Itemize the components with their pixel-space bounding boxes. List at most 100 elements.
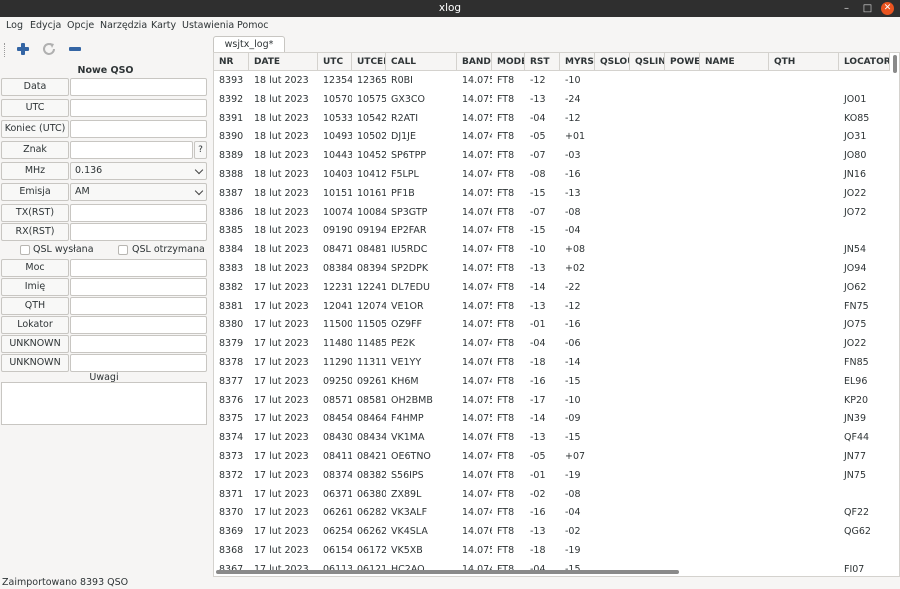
column-header-locator[interactable]: LOCATOR [839,53,890,71]
cell-utcend: 084345 [357,432,386,444]
cell-qslout [595,541,630,560]
table-row[interactable]: 8369 17 lut 2023 062545 062629 VK4SLA 14.076 F… [214,522,890,541]
table-row[interactable]: 8391 18 lut 2023 105330 105429 R2ATI 14.075 FT… [214,109,890,128]
utc-field[interactable] [70,99,207,117]
close-icon[interactable]: ✕ [881,2,894,15]
mode-select[interactable]: AM [70,183,207,201]
add-icon[interactable] [15,41,31,57]
table-row[interactable]: 8389 18 lut 2023 104430 104529 SP6TPP 14.075 F… [214,146,890,165]
table-row[interactable]: 8375 17 lut 2023 084545 084645 F4HMP 14.075 FT… [214,409,890,428]
horizontal-scrollbar[interactable] [214,568,890,576]
column-header-qslout[interactable]: QSLOUT [595,53,630,71]
column-header-rst[interactable]: RST [525,53,560,71]
table-row[interactable]: 8381 17 lut 2023 120415 120745 VE1OR 14.075 FT… [214,297,890,316]
cell-locator: JO31 [844,131,867,143]
menu-log[interactable]: Log [6,20,23,31]
vertical-scroll-thumb[interactable] [893,55,897,73]
cell-locator [839,71,890,90]
table-row[interactable]: 8374 17 lut 2023 084300 084345 VK1MA 14.076 FT… [214,428,890,447]
menu-pomoc[interactable]: Pomoc [237,20,269,31]
table-row[interactable]: 8368 17 lut 2023 061545 061729 VK5XB 14.075 FT… [214,541,890,560]
name-field[interactable] [70,278,207,296]
column-header-mode[interactable]: MODE [492,53,525,71]
column-header-power[interactable]: POWER [665,53,700,71]
table-row[interactable]: 8393 18 lut 2023 123545 123659 R0BI 14.075 FT8… [214,71,890,90]
table-row[interactable]: 8370 17 lut 2023 062615 062829 VK3ALF 14.074 F… [214,503,890,522]
table-row[interactable]: 8373 17 lut 2023 084115 084215 OE6TNO 14.074 F… [214,447,890,466]
unknown-field-1[interactable] [70,335,207,353]
column-header-utcend[interactable]: UTCEND [352,53,386,71]
locator-field[interactable] [70,316,207,334]
column-header-myrst[interactable]: MYRST [560,53,595,71]
table-row[interactable]: 8382 17 lut 2023 122315 122415 DL7EDU 14.074 F… [214,278,890,297]
notes-textarea[interactable] [1,382,207,425]
power-field[interactable] [70,259,207,277]
cell-locator: KP20 [844,394,869,406]
table-row[interactable]: 8386 18 lut 2023 100745 100845 SP3GTP 14.076 F… [214,203,890,222]
rx-rst-field[interactable] [70,223,207,241]
table-row[interactable]: 8392 18 lut 2023 105700 105759 GX3CO 14.075 FT… [214,90,890,109]
lookup-button[interactable]: ? [194,141,207,159]
column-header-call[interactable]: CALL [386,53,457,71]
cell-myrst: -08 [565,206,581,218]
cell-utc: 084300 [323,432,352,444]
cell-myrst: -15 [565,375,581,387]
tx-rst-field[interactable] [70,204,207,222]
utc-end-field[interactable] [70,120,207,138]
horizontal-scroll-thumb[interactable] [216,570,679,574]
cell-mode: FT8 [497,432,515,444]
table-row[interactable]: 8376 17 lut 2023 085715 085815 OH2BMB 14.075 F… [214,391,890,410]
menu-narzedzia[interactable]: Narzędzia [100,20,147,31]
qsl-sent-checkbox[interactable] [20,245,30,255]
data-field[interactable] [70,78,207,96]
menu-ustawienia[interactable]: Ustawienia [182,20,234,31]
mhz-select[interactable]: 0.136 [70,162,207,180]
chevron-down-icon [194,186,204,196]
table-row[interactable]: 8387 18 lut 2023 101515 101615 PF1B 14.075 FT8… [214,184,890,203]
refresh-icon[interactable] [41,41,57,57]
cell-power [665,541,700,560]
cell-date: 17 lut 2023 [254,338,309,350]
vertical-scrollbar[interactable] [891,53,899,568]
maximize-icon[interactable]: □ [861,2,874,15]
column-header-utc[interactable]: UTC [318,53,352,71]
column-header-band[interactable]: BAND [457,53,492,71]
table-row[interactable]: 8384 18 lut 2023 084715 084815 IU5RDC 14.074 F… [214,240,890,259]
column-header-date[interactable]: DATE [249,53,318,71]
cell-mode: FT8 [497,526,515,538]
cell-band: 14.076 [462,206,492,218]
table-row[interactable]: 8379 17 lut 2023 114800 114859 PE2K 14.074 FT8… [214,334,890,353]
call-field[interactable] [70,141,193,159]
cell-name [700,372,769,391]
cell-utcend: 101615 [357,187,386,199]
unknown-field-2[interactable] [70,354,207,372]
column-header-name[interactable]: NAME [700,53,769,71]
column-header-qslin[interactable]: QSLIN [630,53,665,71]
label-data[interactable]: Data [1,78,69,96]
table-row[interactable]: 8388 18 lut 2023 104030 104129 F5LPL 14.074 FT… [214,165,890,184]
label-utc[interactable]: UTC [1,99,69,117]
menu-opcje[interactable]: Opcje [67,20,94,31]
remove-icon[interactable] [67,41,83,57]
table-row[interactable]: 8380 17 lut 2023 115000 115059 OZ9FF 14.075 FT… [214,315,890,334]
table-row[interactable]: 8385 18 lut 2023 091900 091945 EP2FAR 14.074 F… [214,221,890,240]
cell-utc: 062545 [323,526,352,538]
menu-edycja[interactable]: Edycja [30,20,61,31]
table-row[interactable]: 8378 17 lut 2023 112900 113114 VE1YY 14.076 FT… [214,353,890,372]
column-header-nr[interactable]: NR [214,53,249,71]
table-row[interactable]: 8383 18 lut 2023 083845 083945 SP2DPK 14.075 F… [214,259,890,278]
table-row[interactable]: 8372 17 lut 2023 083745 083829 S56IPS 14.076 F… [214,466,890,485]
qsl-received-checkbox[interactable] [118,245,128,255]
qth-field[interactable] [70,297,207,315]
label-utc-end[interactable]: Koniec (UTC) [1,120,69,138]
minimize-icon[interactable]: – [840,2,853,15]
table-row[interactable]: 8371 17 lut 2023 063715 063800 ZX89L 14.074 FT… [214,485,890,504]
toolbar-grip[interactable] [4,43,6,57]
cell-qslout [595,71,630,90]
cell-date: 18 lut 2023 [254,169,309,180]
table-row[interactable]: 8377 17 lut 2023 092500 092615 KH6M 14.074 FT8… [214,372,890,391]
table-row[interactable]: 8390 18 lut 2023 104930 105029 DJ1JE 14.074 FT… [214,127,890,146]
menu-karty[interactable]: Karty [151,20,176,31]
column-header-qth[interactable]: QTH [769,53,839,71]
cell-rst: -13 [530,93,546,105]
